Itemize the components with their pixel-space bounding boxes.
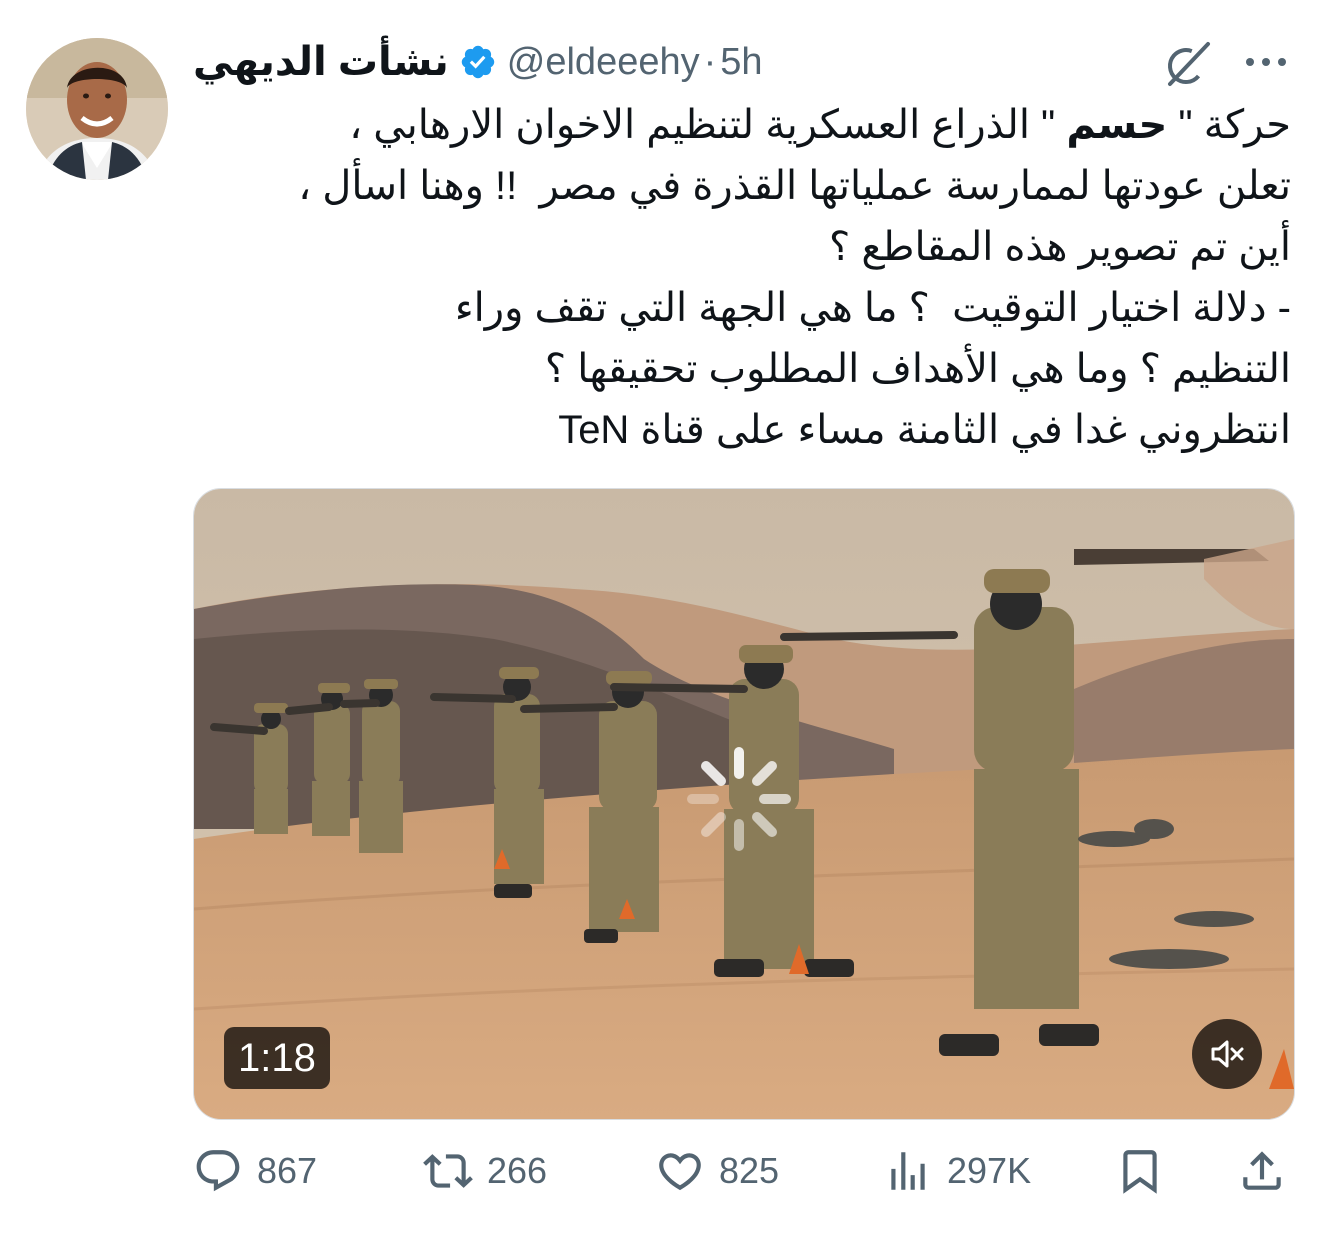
repost-button[interactable]: 266: [423, 1140, 547, 1202]
grok-icon[interactable]: [1162, 38, 1214, 90]
bold-keyword: حسم: [1066, 103, 1168, 147]
profile-photo-icon: [26, 38, 168, 180]
like-count: 825: [719, 1150, 780, 1191]
heart-icon: [659, 1153, 701, 1191]
author-avatar[interactable]: [26, 38, 168, 180]
tweet-text-line-2: تعلن عودتها لممارسة عملياتها القذرة في م…: [298, 164, 1291, 208]
tweet-text-line-4: - دلالة اختيار التوقيت ؟ ما هي الجهة الت…: [454, 286, 1291, 330]
tweet-text-line-6: انتظروني غدا في الثامنة مساء على قناة Te…: [558, 408, 1291, 452]
tweet-text: حركة " حسم " الذراع العسكرية لتنظيم الاخ…: [193, 95, 1291, 461]
like-button[interactable]: 825: [655, 1140, 779, 1202]
tweet-time[interactable]: 5h: [720, 41, 762, 84]
tweet-actions-bar: 867 266 825 297K: [193, 1140, 1293, 1202]
verified-badge-icon: [459, 43, 497, 81]
video-player[interactable]: 1:18: [193, 488, 1295, 1120]
author-handle[interactable]: @eldeeehy: [507, 41, 700, 84]
mute-toggle-button[interactable]: [1192, 1019, 1262, 1089]
reply-icon: [196, 1150, 240, 1192]
author-display-name[interactable]: نشأت الديهي: [193, 39, 449, 85]
share-button[interactable]: [1237, 1140, 1287, 1202]
bookmark-icon: [1123, 1150, 1157, 1194]
reply-count: 867: [257, 1150, 318, 1191]
more-options-icon[interactable]: [1240, 40, 1292, 84]
views-count: 297K: [947, 1150, 1032, 1191]
tweet-text-line-5: التنظيم ؟ وما هي الأهداف المطلوب تحقيقها…: [544, 347, 1291, 391]
reply-button[interactable]: 867: [193, 1140, 317, 1202]
repost-icon: [423, 1154, 473, 1188]
views-chart-icon: [891, 1152, 925, 1190]
loading-spinner-icon: [684, 744, 794, 854]
repost-count: 266: [487, 1150, 548, 1191]
text-fragment: حركة ": [1167, 103, 1291, 147]
bookmark-button[interactable]: [1115, 1140, 1165, 1202]
tweet-header: نشأت الديهي @eldeeehy · 5h: [193, 34, 763, 90]
speaker-muted-icon: [1211, 1040, 1244, 1068]
tweet-text-line-1: حركة " حسم " الذراع العسكرية لتنظيم الاخ…: [193, 95, 1291, 156]
views-button[interactable]: 297K: [883, 1140, 1031, 1202]
separator-dot: ·: [703, 40, 717, 83]
text-fragment: " الذراع العسكرية لتنظيم الاخوان الارهاب…: [349, 103, 1067, 147]
tweet-text-line-3: أين تم تصوير هذه المقاطع ؟: [829, 225, 1291, 269]
share-icon: [1243, 1151, 1281, 1190]
video-duration: 1:18: [224, 1027, 330, 1089]
